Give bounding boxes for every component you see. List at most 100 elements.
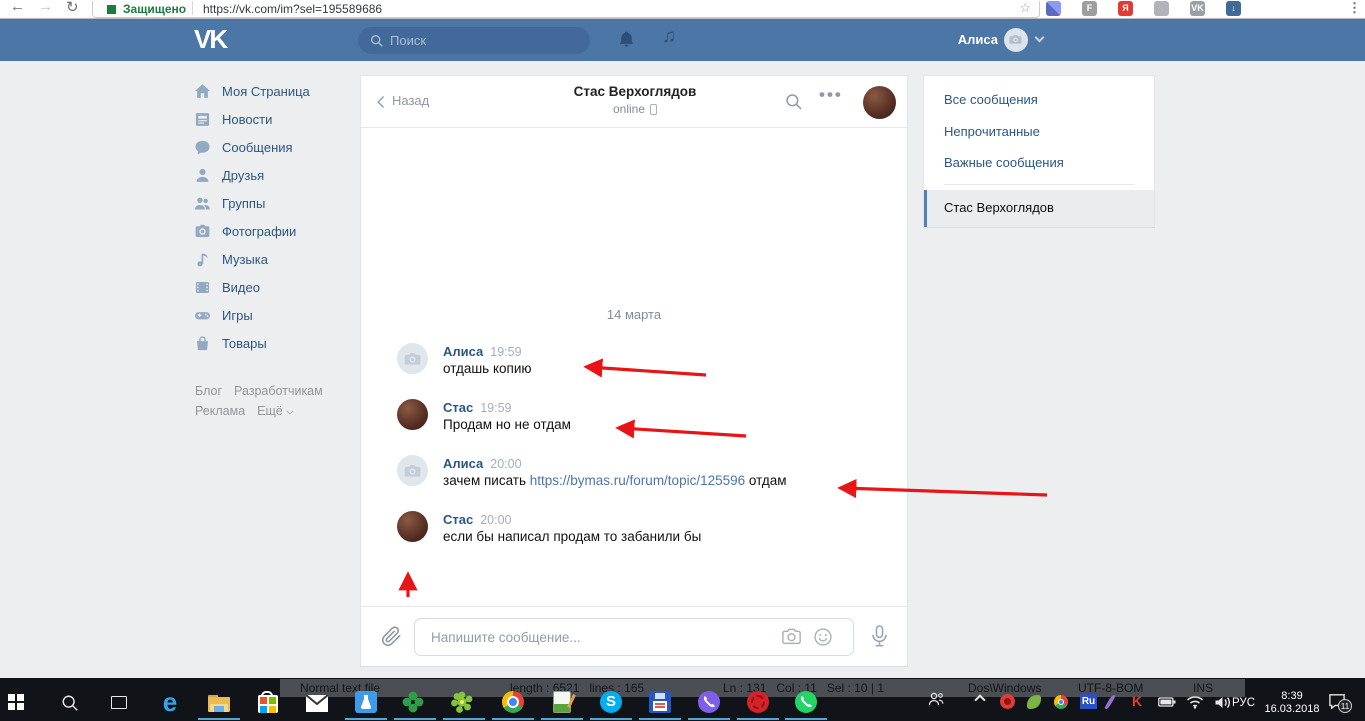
footer-link[interactable]: Ещё <box>257 404 303 418</box>
dialogs-filter-2[interactable]: Важные сообщения <box>944 155 1064 170</box>
sidebar-item-Группы[interactable]: Группы <box>194 190 354 218</box>
start-button[interactable] <box>8 690 36 716</box>
sidebar-item-Фотографии[interactable]: Фотографии <box>194 218 354 246</box>
language-indicator[interactable]: РУС <box>1232 697 1255 709</box>
chat-search-icon[interactable] <box>785 93 803 116</box>
people-tray-icon[interactable] <box>928 692 944 711</box>
chrome-icon[interactable] <box>499 690 527 716</box>
whatsapp-icon[interactable] <box>792 690 820 716</box>
vk-logo[interactable]: VK <box>194 24 226 55</box>
savefrom-extension-icon[interactable]: ↓ <box>1226 1 1241 16</box>
active-dialog-item[interactable]: Стас Верхоглядов <box>924 190 1154 227</box>
sidebar-item-label: Моя Страница <box>222 84 310 99</box>
leaf-tray-icon[interactable] <box>1027 692 1041 709</box>
viber-icon[interactable] <box>695 690 723 716</box>
sidebar-item-Моя Страница[interactable]: Моя Страница <box>194 78 354 106</box>
notepad-icon[interactable] <box>548 690 576 716</box>
message-link[interactable]: https://bymas.ru/forum/topic/125596 <box>530 473 745 488</box>
header-avatar[interactable] <box>1004 28 1028 52</box>
message-author[interactable]: Алиса20:00 <box>443 456 522 471</box>
message-avatar[interactable] <box>397 455 428 486</box>
message-avatar[interactable] <box>397 511 428 542</box>
dialogs-filter-1[interactable]: Непрочитанные <box>944 124 1040 139</box>
footer-link[interactable]: Разработчикам <box>234 384 323 398</box>
pin-extension-icon[interactable] <box>1154 1 1169 16</box>
running-app-indicator <box>492 718 534 720</box>
save-app-icon[interactable] <box>646 690 674 716</box>
message-author[interactable]: Стас19:59 <box>443 400 512 415</box>
message-author[interactable]: Стас20:00 <box>443 512 512 527</box>
chat-actions-menu-icon[interactable]: ••• <box>819 85 843 105</box>
taskbar-clock[interactable]: 8:39 16.03.2018 <box>1262 690 1322 716</box>
header-user-name[interactable]: Алиса <box>930 32 998 47</box>
dialogs-filter-0[interactable]: Все сообщения <box>944 92 1038 107</box>
browser-reload-button[interactable]: ↻ <box>66 0 79 16</box>
security-tray-icon[interactable] <box>1000 692 1015 709</box>
running-app-indicator <box>541 718 583 720</box>
windows-taskbar: РУС 8:39 16.03.2018 11 e S Ru K <box>0 684 1365 721</box>
security-app-icon[interactable] <box>744 690 772 716</box>
sidebar-item-Сообщения[interactable]: Сообщения <box>194 134 354 162</box>
music-header-icon[interactable]: ♫ <box>662 26 676 48</box>
battery-icon[interactable] <box>1158 692 1176 713</box>
market-icon <box>194 335 211 352</box>
skype-icon[interactable]: S <box>597 690 625 716</box>
kaspersky-tray-icon[interactable]: K <box>1132 692 1142 710</box>
message-author[interactable]: Алиса19:59 <box>443 344 522 359</box>
footer-link[interactable]: Блог <box>195 384 222 398</box>
composer-camera-icon[interactable] <box>781 627 802 651</box>
sidebar-item-label: Фотографии <box>222 224 296 239</box>
chat-peer-avatar[interactable] <box>863 86 896 119</box>
yandex-extension-icon[interactable]: Я <box>1118 1 1133 16</box>
bookmark-star-icon[interactable]: ☆ <box>1019 0 1031 16</box>
header-search[interactable] <box>358 27 590 54</box>
running-app-indicator <box>639 718 681 720</box>
message-avatar[interactable] <box>397 343 428 374</box>
sidebar-item-Видео[interactable]: Видео <box>194 274 354 302</box>
browser-toolbar: ← → ↻ Защищено https://vk.com/im?sel=195… <box>0 0 1365 19</box>
browser-forward-button[interactable]: → <box>38 0 53 15</box>
ru-keyboard-icon[interactable]: Ru <box>1080 692 1097 709</box>
back-button[interactable]: Назад <box>375 92 429 110</box>
footer-link[interactable]: Реклама <box>195 404 245 418</box>
message-row: Стас19:59Продам но не отдам <box>361 399 907 449</box>
taskbar-search-icon[interactable] <box>56 690 84 716</box>
address-bar[interactable]: Защищено https://vk.com/im?sel=195589686… <box>92 1 1040 18</box>
composer-emoji-icon[interactable] <box>813 627 833 652</box>
sidebar-item-Игры[interactable]: Игры <box>194 302 354 330</box>
attach-paperclip-icon[interactable] <box>381 626 402 652</box>
puzzle-extension-icon[interactable] <box>1046 1 1061 16</box>
sidebar-item-label: Музыка <box>222 252 268 267</box>
tray-expand-icon[interactable] <box>976 692 984 704</box>
edge-icon[interactable]: e <box>156 690 184 716</box>
store-icon[interactable] <box>254 690 282 716</box>
browser-back-button[interactable]: ← <box>10 0 25 15</box>
groups-icon <box>194 195 211 212</box>
mail-icon[interactable] <box>303 690 331 716</box>
task-view-icon[interactable] <box>105 690 133 716</box>
search-icon <box>370 34 384 48</box>
sidebar-item-Друзья[interactable]: Друзья <box>194 162 354 190</box>
message-avatar[interactable] <box>397 399 428 430</box>
sidebar-item-Музыка[interactable]: Музыка <box>194 246 354 274</box>
file-explorer-icon[interactable] <box>205 690 233 716</box>
quill-tray-icon[interactable] <box>1108 692 1112 710</box>
f-extension-icon[interactable]: F <box>1082 1 1097 16</box>
voice-message-mic-icon[interactable] <box>869 624 890 654</box>
icq-icon[interactable] <box>450 690 478 716</box>
header-dropdown-caret[interactable] <box>1035 33 1045 43</box>
vk-extension-icon[interactable]: VK <box>1190 1 1205 16</box>
volume-icon[interactable] <box>1214 692 1232 715</box>
wifi-icon[interactable] <box>1186 692 1204 714</box>
action-center-icon[interactable]: 11 <box>1328 693 1350 711</box>
sidebar-item-Новости[interactable]: Новости <box>194 106 354 134</box>
paint-app-icon[interactable] <box>352 690 380 716</box>
clover-app-icon[interactable] <box>401 690 429 716</box>
header-search-input[interactable] <box>390 29 580 51</box>
notifications-bell-icon[interactable] <box>617 30 636 54</box>
sidebar-item-label: Группы <box>222 196 265 211</box>
chat-panel: Назад Стас Верхоглядов online ••• 14 мар… <box>360 75 908 666</box>
chrome-tray-icon[interactable] <box>1054 692 1068 709</box>
sidebar-item-Товары[interactable]: Товары <box>194 330 354 358</box>
browser-menu-icon[interactable]: ⋮ <box>1348 0 1361 16</box>
